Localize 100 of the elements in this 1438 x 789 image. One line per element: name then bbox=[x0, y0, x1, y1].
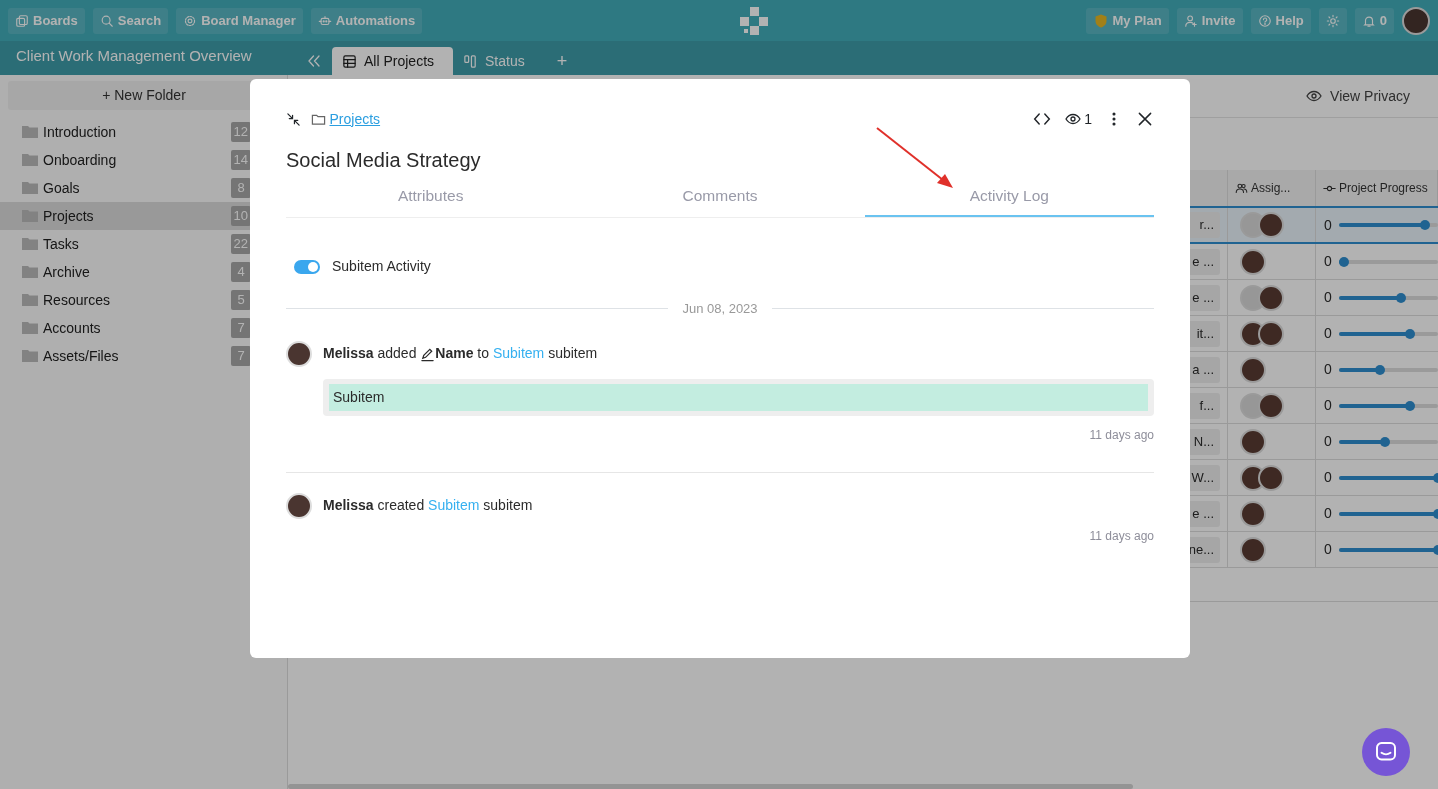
boards-icon bbox=[15, 13, 29, 28]
columns-icon bbox=[463, 53, 478, 69]
scrollbar[interactable] bbox=[288, 784, 1133, 789]
timestamp: 11 days ago bbox=[1089, 426, 1154, 444]
progress-value: 0 bbox=[1324, 468, 1332, 487]
folder-icon bbox=[22, 349, 38, 363]
assignee-avatar bbox=[1258, 464, 1284, 491]
assignee-avatar bbox=[1258, 392, 1284, 419]
progress-value: 0 bbox=[1324, 215, 1332, 235]
folder-count: 4 bbox=[231, 262, 251, 282]
folder-name[interactable]: Resources bbox=[43, 289, 110, 311]
progress-value: 0 bbox=[1324, 288, 1332, 307]
item-title: Social Media Strategy bbox=[286, 148, 482, 173]
notification-icon bbox=[1361, 13, 1376, 28]
progress-slider[interactable] bbox=[1338, 223, 1438, 227]
assignee-avatar bbox=[1240, 536, 1266, 563]
activity-text: Melissa added Name to Subitem subitem bbox=[323, 344, 598, 364]
pencil-icon bbox=[420, 346, 436, 362]
user-avatar[interactable] bbox=[1402, 6, 1430, 35]
subitem-link[interactable]: Subitem bbox=[428, 497, 480, 513]
folder-name[interactable]: Archive bbox=[43, 261, 90, 283]
folder-count: 7 bbox=[231, 346, 251, 366]
breadcrumb-link[interactable]: Projects bbox=[329, 108, 381, 130]
table-icon bbox=[342, 53, 357, 69]
column-header[interactable]: Assig... bbox=[1228, 170, 1316, 206]
progress-value: 0 bbox=[1324, 504, 1332, 523]
user-avatar bbox=[286, 492, 312, 519]
progress-value: 0 bbox=[1324, 432, 1332, 451]
folder-name[interactable]: Goals bbox=[43, 177, 80, 199]
progress-slider[interactable] bbox=[1338, 547, 1438, 552]
help-icon bbox=[1257, 13, 1272, 28]
folder-count: 7 bbox=[231, 318, 251, 338]
sun-icon bbox=[1325, 13, 1340, 28]
folder-name[interactable]: Assets/Files bbox=[43, 345, 119, 367]
chat-button[interactable] bbox=[1362, 728, 1410, 776]
folder-name[interactable]: Introduction bbox=[43, 121, 117, 143]
progress-slider[interactable] bbox=[1338, 511, 1438, 516]
add-view-button[interactable]: + bbox=[546, 47, 578, 75]
progress-slider[interactable] bbox=[1338, 367, 1438, 372]
view-privacy-button[interactable]: View Privacy bbox=[1300, 84, 1416, 108]
progress-slider[interactable] bbox=[1338, 259, 1438, 264]
folder-icon bbox=[22, 321, 38, 335]
folder-count: 8 bbox=[231, 178, 251, 198]
progress-value: 0 bbox=[1324, 360, 1332, 379]
assignee-avatar bbox=[1258, 284, 1284, 311]
folder-icon bbox=[22, 181, 38, 195]
user-avatar bbox=[286, 340, 312, 367]
logo-icon[interactable] bbox=[739, 6, 768, 35]
folder-icon bbox=[22, 265, 38, 279]
add-user-icon bbox=[1183, 13, 1198, 28]
folder-count: 12 bbox=[230, 122, 251, 142]
folder-name[interactable]: Onboarding bbox=[43, 149, 117, 171]
eye-icon bbox=[1306, 88, 1323, 104]
assignee-avatar bbox=[1240, 356, 1266, 383]
column-header[interactable]: Project Progress bbox=[1316, 170, 1438, 206]
activity-text: Melissa created Subitem subitem bbox=[323, 496, 533, 515]
folder-name[interactable]: Accounts bbox=[43, 317, 101, 339]
view-tab[interactable]: Status bbox=[453, 47, 535, 75]
eye-icon bbox=[1064, 111, 1081, 127]
viewers-button[interactable]: 1 bbox=[1064, 108, 1092, 130]
folder-icon bbox=[22, 293, 38, 307]
progress-value: 0 bbox=[1324, 324, 1332, 343]
assignee-avatar bbox=[1258, 212, 1284, 238]
close-button[interactable] bbox=[1136, 110, 1154, 128]
code-icon bbox=[1032, 110, 1051, 128]
folder-name[interactable]: Projects bbox=[43, 205, 94, 227]
search-icon bbox=[99, 13, 114, 28]
new-value-text: Subitem bbox=[329, 383, 1148, 411]
progress-value: 0 bbox=[1324, 540, 1332, 559]
progress-slider[interactable] bbox=[1338, 403, 1438, 408]
close-icon bbox=[1136, 110, 1154, 128]
progress-slider[interactable] bbox=[1338, 331, 1438, 336]
board-title: Client Work Management Overview bbox=[15, 45, 253, 66]
view-tab[interactable]: All Projects bbox=[332, 47, 453, 75]
subitem-link[interactable]: Subitem bbox=[492, 345, 545, 361]
folder-count: 10 bbox=[230, 206, 251, 226]
robot-icon bbox=[317, 13, 332, 28]
folder-icon bbox=[22, 237, 38, 251]
collapse-button[interactable] bbox=[286, 111, 301, 127]
assignee-avatar bbox=[1240, 428, 1266, 455]
folder-count: 5 bbox=[231, 290, 251, 310]
settings-icon bbox=[183, 13, 198, 28]
toggle-switch[interactable] bbox=[294, 259, 320, 274]
progress-slider[interactable] bbox=[1338, 295, 1438, 300]
folder-count: 14 bbox=[230, 150, 251, 170]
date-divider-label: Jun 08, 2023 bbox=[682, 300, 758, 318]
double-chevron-icon bbox=[306, 53, 322, 69]
progress-slider[interactable] bbox=[1338, 439, 1438, 444]
assignee-avatar bbox=[1240, 500, 1266, 527]
progress-slider[interactable] bbox=[1338, 475, 1438, 480]
assignee-avatar bbox=[1240, 248, 1266, 275]
modal-tab[interactable]: Comments bbox=[575, 177, 865, 217]
timestamp: 11 days ago bbox=[1089, 527, 1154, 545]
folder-count: 22 bbox=[230, 234, 251, 254]
collapse-icon bbox=[286, 111, 301, 127]
modal-tab[interactable]: Attributes bbox=[286, 177, 576, 217]
embed-button[interactable] bbox=[1032, 110, 1051, 128]
folder-name[interactable]: Tasks bbox=[43, 233, 79, 255]
folder-icon bbox=[22, 125, 38, 139]
toggle-label: Subitem Activity bbox=[332, 257, 431, 276]
